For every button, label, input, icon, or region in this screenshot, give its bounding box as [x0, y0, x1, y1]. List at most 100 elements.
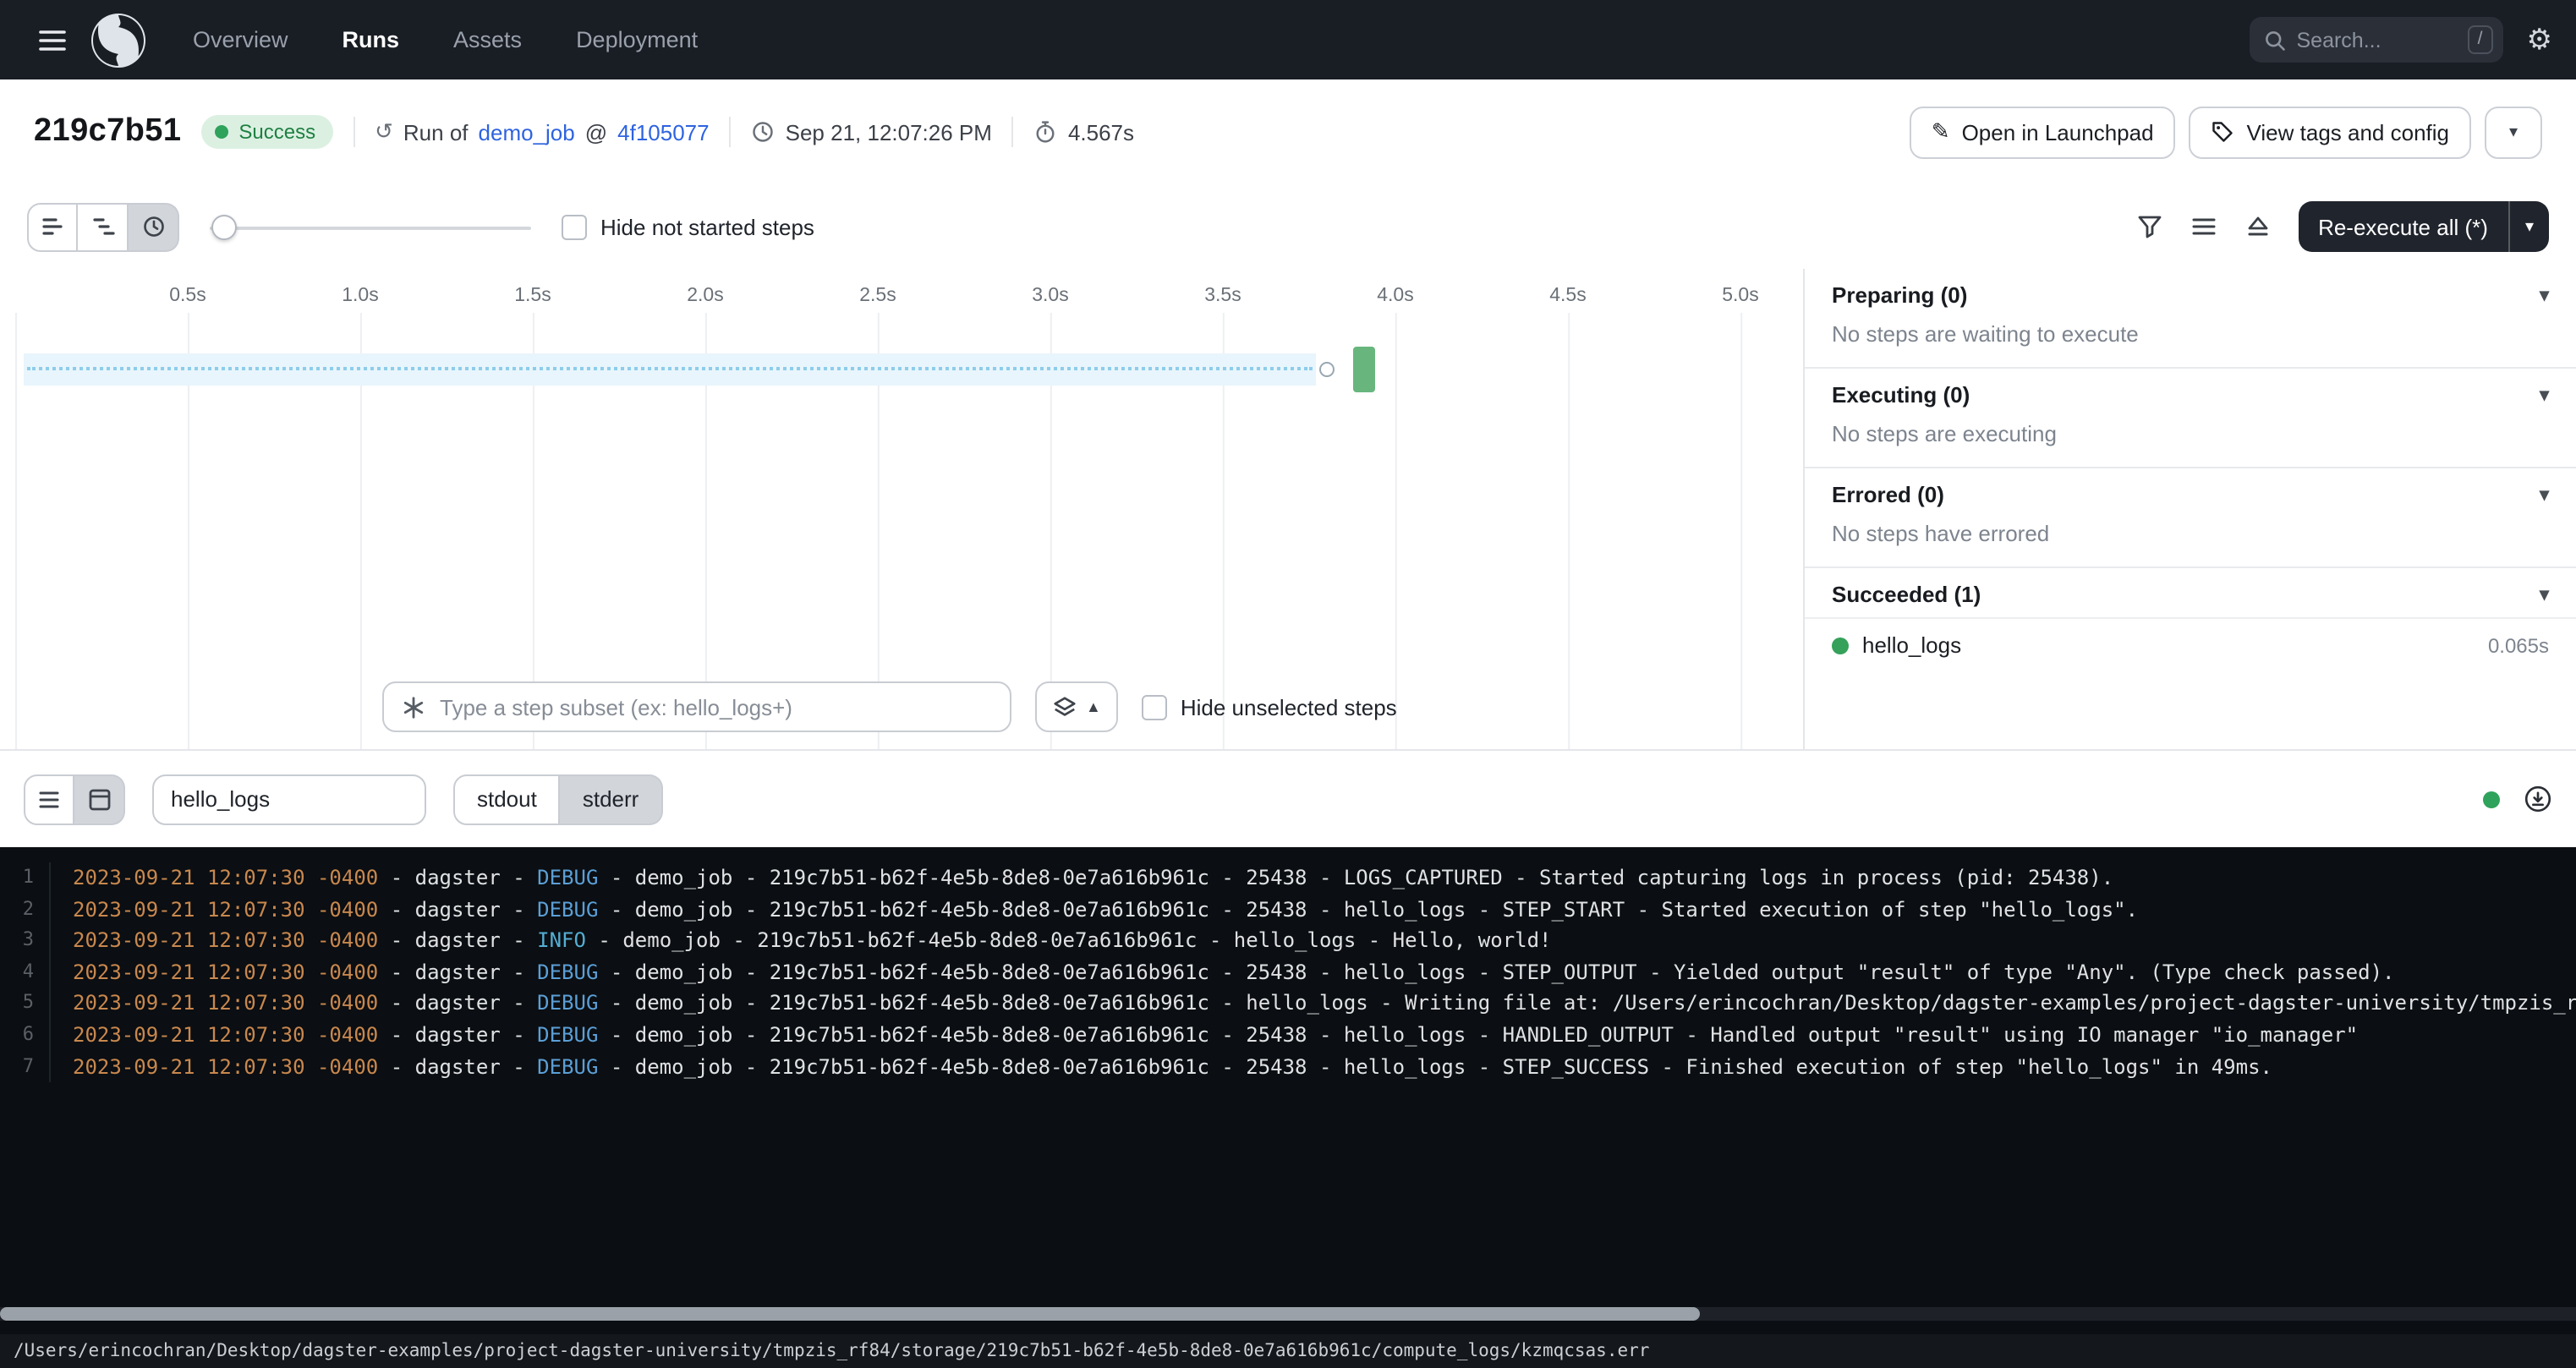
- log-timestamp: 2023-09-21 12:07:30 -0400: [73, 897, 378, 921]
- divider: [353, 117, 354, 147]
- at-sign: @: [585, 119, 607, 145]
- log-message: demo_job - 219c7b51-b62f-4e5b-8de8-0e7a6…: [635, 866, 2113, 889]
- view-tags-config-button[interactable]: View tags and config: [2190, 106, 2471, 158]
- step-subset-box[interactable]: [382, 681, 1011, 732]
- chevron-down-icon: ▾: [2540, 583, 2549, 605]
- reexecute-all-button[interactable]: Re-execute all (*) ▾: [2298, 201, 2549, 252]
- flat-view-button[interactable]: [27, 202, 78, 251]
- timed-view-button[interactable]: [129, 202, 179, 251]
- filter-funnel-icon[interactable]: [2135, 213, 2162, 240]
- log-filter-input[interactable]: [152, 774, 426, 824]
- zoom-slider-handle[interactable]: [211, 214, 237, 239]
- axis-tick: 1.0s: [342, 286, 379, 306]
- dagster-logo[interactable]: [88, 9, 149, 70]
- primary-nav: Overview Runs Assets Deployment: [169, 17, 721, 63]
- section-title: Succeeded (1): [1832, 582, 1981, 607]
- divider: [1012, 117, 1014, 147]
- run-header-actions: ✎ Open in Launchpad View tags and config…: [1910, 106, 2542, 158]
- log-sep: -: [378, 992, 414, 1015]
- nav-item-assets[interactable]: Assets: [430, 17, 545, 63]
- top-nav: Overview Runs Assets Deployment / ⚙: [0, 0, 2576, 79]
- dagster-run-page: Overview Runs Assets Deployment / ⚙ 219c…: [0, 0, 2576, 1368]
- log-file-path-bar: /Users/erincochran/Desktop/dagster-examp…: [0, 1334, 2576, 1368]
- log-source: dagster: [415, 897, 501, 921]
- stderr-tab[interactable]: stderr: [561, 774, 662, 824]
- nav-item-overview[interactable]: Overview: [169, 17, 312, 63]
- gantt-toolbar-right: Re-execute all (*) ▾: [2135, 201, 2549, 252]
- nav-item-deployment[interactable]: Deployment: [552, 17, 721, 63]
- gantt-footer-controls: ▲ Hide unselected steps: [382, 681, 1803, 732]
- stdout-tab[interactable]: stdout: [453, 774, 561, 824]
- graph-query-toggle-button[interactable]: ▲: [1035, 681, 1118, 732]
- search-input[interactable]: [2297, 28, 2458, 52]
- hide-unselected-checkbox[interactable]: Hide unselected steps: [1142, 694, 1397, 720]
- more-actions-button[interactable]: ▾: [2485, 106, 2542, 158]
- nav-item-runs[interactable]: Runs: [319, 17, 424, 63]
- chevron-down-icon: ▾: [2540, 484, 2549, 506]
- duration-meta: 4.567s: [1034, 119, 1134, 145]
- log-toolbar-right: [2483, 785, 2552, 813]
- log-level: INFO: [537, 928, 586, 952]
- settings-gear-icon[interactable]: ⚙: [2527, 25, 2553, 54]
- log-sep: -: [378, 1054, 414, 1078]
- gantt-toolbar: Hide not started steps Re-execute all (*…: [0, 184, 2576, 269]
- chevron-down-icon: ▾: [2540, 284, 2549, 306]
- log-sep: -: [378, 866, 414, 889]
- log-message: demo_job - 219c7b51-b62f-4e5b-8de8-0e7a6…: [622, 928, 1551, 952]
- checkbox-icon[interactable]: [562, 214, 587, 239]
- start-time: Sep 21, 12:07:26 PM: [786, 119, 992, 145]
- snapshot-link[interactable]: 4f105077: [617, 119, 709, 145]
- top-nav-right: / ⚙: [2250, 17, 2553, 63]
- log-level: DEBUG: [537, 866, 598, 889]
- log-sep: -: [501, 866, 537, 889]
- log-message: demo_job - 219c7b51-b62f-4e5b-8de8-0e7a6…: [635, 1023, 2358, 1047]
- zoom-slider-track[interactable]: [210, 226, 531, 229]
- axis-tick: 3.5s: [1204, 286, 1241, 306]
- status-dot-icon: [215, 125, 228, 139]
- log-line: 6 2023-09-21 12:07:30 -0400 - dagster - …: [0, 1020, 2576, 1051]
- log-view-toggle: [24, 774, 125, 824]
- log-text: 2023-09-21 12:07:30 -0400 - dagster - DE…: [51, 894, 2138, 925]
- step-bar-hello-logs[interactable]: [1353, 347, 1375, 392]
- hamburger-menu-icon[interactable]: [24, 11, 81, 68]
- section-header-errored[interactable]: Errored (0) ▾: [1805, 468, 2576, 517]
- hide-unselected-label: Hide unselected steps: [1181, 694, 1397, 720]
- section-empty-text: No steps are executing: [1805, 418, 2576, 467]
- checkbox-icon[interactable]: [1142, 694, 1167, 720]
- log-timestamp: 2023-09-21 12:07:30 -0400: [73, 992, 378, 1015]
- rows-view-icon[interactable]: [2190, 213, 2217, 240]
- log-timestamp: 2023-09-21 12:07:30 -0400: [73, 1054, 378, 1078]
- open-in-launchpad-label: Open in Launchpad: [1962, 119, 2154, 145]
- section-header-preparing[interactable]: Preparing (0) ▾: [1805, 269, 2576, 318]
- download-logs-icon[interactable]: [2524, 785, 2552, 813]
- step-subset-input[interactable]: [440, 694, 993, 720]
- log-level: DEBUG: [537, 992, 598, 1015]
- succeeded-step-row[interactable]: hello_logs 0.065s: [1805, 617, 2576, 671]
- section-header-executing[interactable]: Executing (0) ▾: [1805, 369, 2576, 418]
- log-sep: -: [598, 960, 634, 984]
- job-link[interactable]: demo_job: [479, 119, 575, 145]
- section-header-succeeded[interactable]: Succeeded (1) ▾: [1805, 568, 2576, 617]
- eject-icon[interactable]: [2244, 213, 2271, 240]
- waterfall-view-button[interactable]: [78, 202, 129, 251]
- section-title: Preparing (0): [1832, 282, 1967, 308]
- structured-log-view-button[interactable]: [24, 774, 74, 824]
- open-in-launchpad-button[interactable]: ✎ Open in Launchpad: [1910, 106, 2176, 158]
- hide-not-started-checkbox[interactable]: Hide not started steps: [562, 214, 814, 239]
- horizontal-scrollbar-thumb[interactable]: [0, 1307, 1700, 1321]
- section-empty-text: No steps have errored: [1805, 517, 2576, 566]
- zoom-slider[interactable]: [210, 204, 531, 249]
- search-box[interactable]: /: [2250, 17, 2503, 63]
- section-executing: Executing (0) ▾ No steps are executing: [1805, 367, 2576, 467]
- log-line: 3 2023-09-21 12:07:30 -0400 - dagster - …: [0, 925, 2576, 956]
- horizontal-scrollbar[interactable]: [0, 1307, 2576, 1321]
- raw-log-view-button[interactable]: [74, 774, 125, 824]
- axis-tick: 0.5s: [169, 286, 206, 306]
- log-line: 7 2023-09-21 12:07:30 -0400 - dagster - …: [0, 1051, 2576, 1082]
- log-message: demo_job - 219c7b51-b62f-4e5b-8de8-0e7a6…: [635, 897, 2138, 921]
- chevron-down-icon[interactable]: ▾: [2510, 217, 2549, 236]
- log-line-number: 4: [0, 957, 51, 988]
- log-sep: -: [598, 897, 634, 921]
- log-message: demo_job - 219c7b51-b62f-4e5b-8de8-0e7a6…: [635, 1054, 2272, 1078]
- log-line-number: 6: [0, 1020, 51, 1051]
